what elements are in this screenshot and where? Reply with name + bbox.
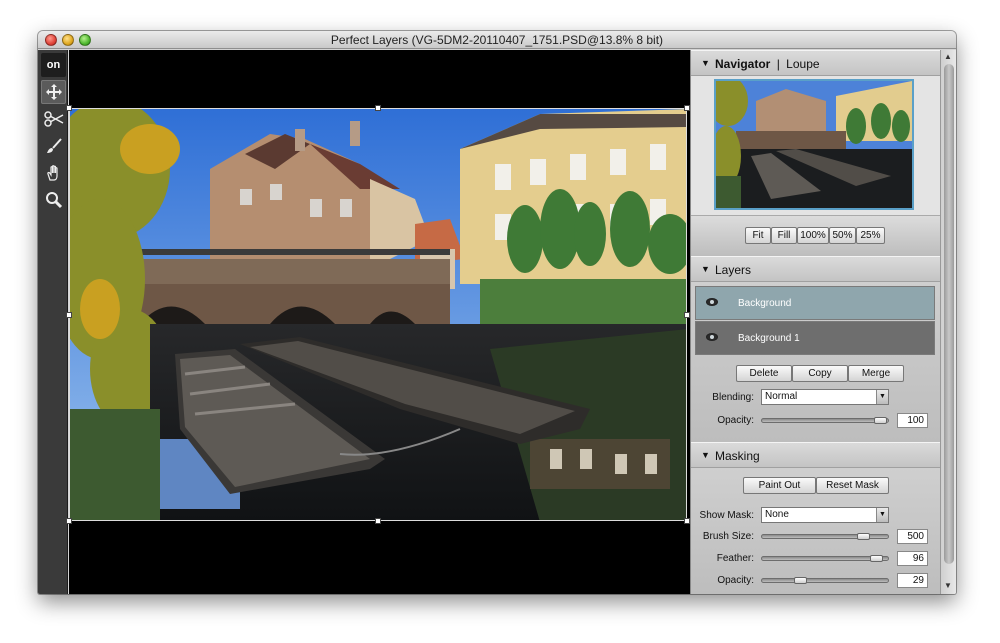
scroll-down-arrow-icon[interactable]: ▼ <box>944 581 952 590</box>
tab-loupe[interactable]: Loupe <box>786 57 819 71</box>
transform-handle-top-left[interactable] <box>66 105 72 111</box>
layer-row-background[interactable]: Background <box>695 286 935 320</box>
mask-tool-button[interactable] <box>41 107 66 131</box>
paint-out-button[interactable]: Paint Out <box>743 477 816 494</box>
fill-button[interactable]: Fill <box>771 227 797 244</box>
tab-navigator[interactable]: Navigator <box>715 57 770 71</box>
masking-header[interactable]: ▼ Masking <box>691 442 941 468</box>
blending-label: Blending: <box>712 392 754 403</box>
title-bar[interactable]: Perfect Layers (VG-5DM2-20110407_1751.PS… <box>38 31 956 49</box>
layer-opacity-slider[interactable] <box>761 417 889 424</box>
layers-title: Layers <box>715 263 752 277</box>
merge-layer-button[interactable]: Merge <box>848 365 904 382</box>
scroll-up-arrow-icon[interactable]: ▲ <box>944 52 952 61</box>
image-canvas[interactable] <box>66 50 690 594</box>
feather-field[interactable]: 96 <box>897 551 928 566</box>
layer-name: Background <box>738 298 792 309</box>
photo-preview <box>70 109 686 520</box>
navigator-preview[interactable] <box>714 79 914 210</box>
zoom-100-button[interactable]: 100% <box>797 227 829 244</box>
slider-knob[interactable] <box>870 555 883 562</box>
layers-body: Background Background 1 Delete Copy Merg… <box>691 282 941 442</box>
copy-layer-button[interactable]: Copy <box>792 365 848 382</box>
slider-knob[interactable] <box>794 577 807 584</box>
show-mask-value: None <box>765 509 789 520</box>
layer-opacity-field[interactable]: 100 <box>897 413 928 428</box>
side-panel: ▼ Navigator | Loupe Fit Fill 100% 50% 25… <box>690 50 941 594</box>
feather-label: Feather: <box>716 553 754 564</box>
disclosure-triangle-icon[interactable]: ▼ <box>701 264 710 274</box>
zoom-50-button[interactable]: 50% <box>829 227 856 244</box>
mask-opacity-slider[interactable] <box>761 577 889 584</box>
dropdown-arrow-icon: ▼ <box>876 390 888 404</box>
zoom-25-button[interactable]: 25% <box>856 227 885 244</box>
brush-icon <box>46 138 62 153</box>
window-title: Perfect Layers (VG-5DM2-20110407_1751.PS… <box>330 33 664 47</box>
masking-title: Masking <box>715 449 760 463</box>
document-image[interactable] <box>69 108 687 521</box>
blending-select[interactable]: Normal ▼ <box>761 389 889 405</box>
brush-size-label: Brush Size: <box>702 531 754 542</box>
panel-scrollbar[interactable]: ▲ ▼ <box>940 50 956 594</box>
blending-value: Normal <box>765 391 798 402</box>
scissors-icon <box>43 111 63 127</box>
brush-tool-button[interactable] <box>41 134 66 158</box>
slider-knob[interactable] <box>874 417 887 424</box>
show-mask-select[interactable]: None ▼ <box>761 507 889 523</box>
tool-palette: on <box>38 50 68 594</box>
disclosure-triangle-icon[interactable]: ▼ <box>701 58 710 68</box>
masking-body: Paint Out Reset Mask Show Mask: None ▼ B… <box>691 468 941 594</box>
navigator-header[interactable]: ▼ Navigator | Loupe <box>691 50 941 76</box>
mask-opacity-field[interactable]: 29 <box>897 573 928 588</box>
layer-row-background-1[interactable]: Background 1 <box>695 321 935 355</box>
show-mask-label: Show Mask: <box>699 510 754 521</box>
hand-tool-button[interactable] <box>41 161 66 185</box>
brush-size-slider[interactable] <box>761 533 889 540</box>
visibility-eye-icon[interactable] <box>706 298 718 306</box>
reset-mask-button[interactable]: Reset Mask <box>816 477 889 494</box>
move-icon <box>45 84 62 100</box>
hand-icon <box>46 165 58 181</box>
brush-size-field[interactable]: 500 <box>897 529 928 544</box>
transform-handle-left[interactable] <box>66 312 72 318</box>
layer-name: Background 1 <box>738 333 800 344</box>
onone-logo: on <box>41 53 66 77</box>
zoom-tool-button[interactable] <box>41 188 66 212</box>
move-tool-button[interactable] <box>41 80 66 104</box>
mask-opacity-label: Opacity: <box>717 575 754 586</box>
navigator-thumbnail <box>716 81 912 208</box>
feather-slider[interactable] <box>761 555 889 562</box>
layers-header[interactable]: ▼ Layers <box>691 256 941 282</box>
slider-knob[interactable] <box>857 533 870 540</box>
navigator-body: Fit Fill 100% 50% 25% <box>691 76 941 256</box>
visibility-eye-icon[interactable] <box>706 333 718 341</box>
transform-handle-bottom-left[interactable] <box>66 518 72 524</box>
dropdown-arrow-icon: ▼ <box>876 508 888 522</box>
zoom-icon <box>45 192 62 209</box>
fit-button[interactable]: Fit <box>745 227 771 244</box>
tab-separator: | <box>776 57 780 71</box>
zoom-controls: Fit Fill 100% 50% 25% <box>691 215 941 256</box>
transform-handle-bottom[interactable] <box>375 518 381 524</box>
transform-handle-top[interactable] <box>375 105 381 111</box>
layer-opacity-label: Opacity: <box>717 415 754 426</box>
delete-layer-button[interactable]: Delete <box>736 365 792 382</box>
scroll-thumb[interactable] <box>944 64 954 564</box>
app-window: Perfect Layers (VG-5DM2-20110407_1751.PS… <box>38 31 956 594</box>
disclosure-triangle-icon[interactable]: ▼ <box>701 450 710 460</box>
